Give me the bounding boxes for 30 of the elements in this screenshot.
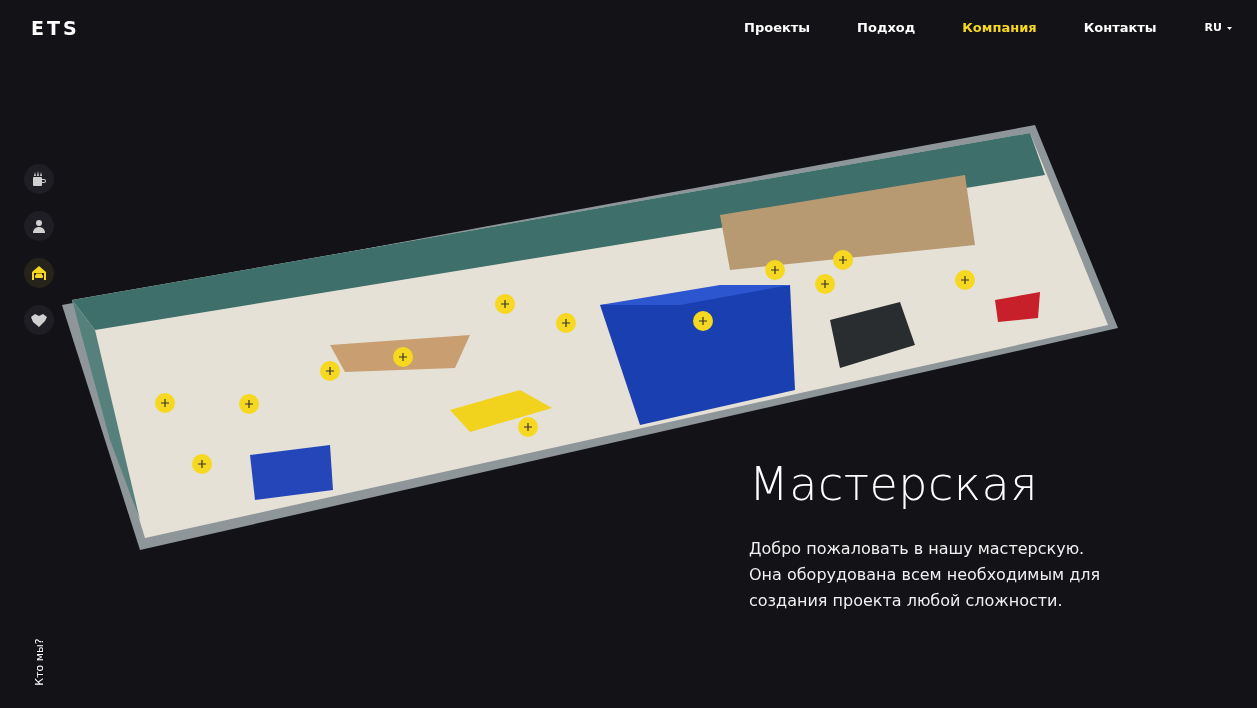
page-title: Мастерская [749,456,1039,513]
plus-icon [198,460,206,468]
plus-icon [771,266,779,274]
plus-icon [839,256,847,264]
garage-car-icon [31,265,47,281]
plus-icon [399,353,407,361]
plus-icon [562,319,570,327]
plus-icon [699,317,707,325]
plus-icon [501,300,509,308]
side-nav-button[interactable] [24,258,54,288]
plus-icon [245,400,253,408]
side-nav-button[interactable] [24,164,54,194]
cup-icon [31,171,47,187]
plus-icon [326,367,334,375]
caret-icon [1227,26,1232,30]
plus-icon [821,280,829,288]
side-nav-button[interactable] [24,305,54,335]
logo[interactable]: ETS [31,18,80,38]
nav-link[interactable]: Проекты [744,18,811,38]
person-icon [32,219,46,233]
side-caption[interactable]: Кто мы? [31,638,49,686]
side-nav-button[interactable] [24,211,54,241]
nav-link[interactable]: Компания [962,18,1037,38]
nav-link[interactable]: Подход [857,18,916,38]
plus-icon [961,276,969,284]
plus-icon [161,399,169,407]
description-text: Добро пожаловать в нашу мастерскую. Она оборудована всем необходимым для создания проекта любой сложности. [749,538,1102,612]
nav-link[interactable]: Контакты [1083,18,1157,38]
language-selector[interactable]: RU [1204,19,1232,37]
plus-icon [524,423,532,431]
